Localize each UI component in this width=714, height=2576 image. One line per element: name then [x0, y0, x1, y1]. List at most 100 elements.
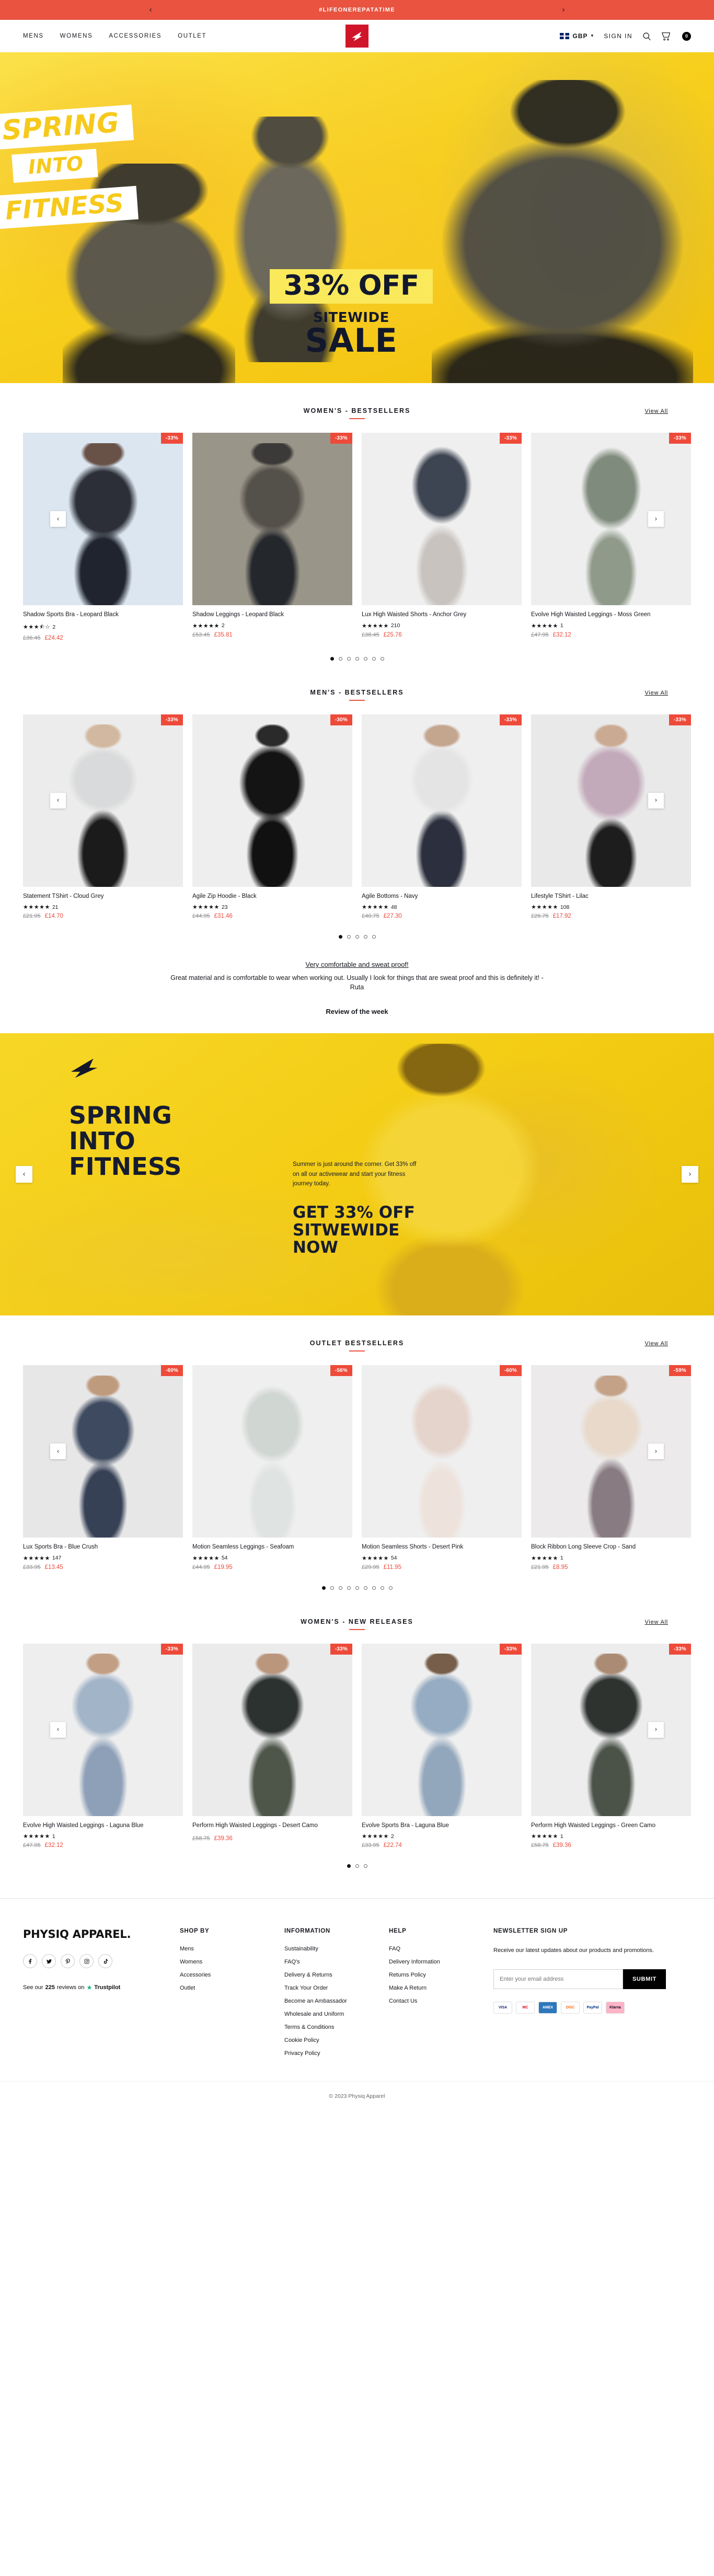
product-card[interactable]: -33% Evolve Sports Bra - Laguna Blue ★★★…	[362, 1643, 522, 1849]
footer-link-faq[interactable]: FAQ	[389, 1946, 493, 1952]
product-card[interactable]: -33% Shadow Sports Bra - Leopard Black ★…	[23, 433, 183, 641]
carousel-dot[interactable]	[372, 935, 376, 939]
hero-banner[interactable]: SPRING INTO FITNESS 33% OFF SITEWIDE SAL…	[0, 52, 714, 383]
carousel-prev-button[interactable]: ‹	[50, 511, 66, 527]
carousel-dot[interactable]	[330, 656, 334, 661]
product-image[interactable]: -59%	[531, 1365, 691, 1538]
product-card[interactable]: -33% Perform High Waisted Leggings - Des…	[192, 1643, 352, 1849]
footer-link-faqs[interactable]: FAQ's	[284, 1959, 389, 1965]
footer-link-womens[interactable]: Womens	[180, 1959, 284, 1965]
carousel-dot[interactable]	[338, 1586, 342, 1590]
carousel-prev-button[interactable]: ‹	[50, 1722, 66, 1738]
carousel-dot[interactable]	[372, 1586, 376, 1590]
carousel-dot[interactable]	[347, 935, 351, 939]
product-card[interactable]: -33% Perform High Waisted Leggings - Gre…	[531, 1643, 691, 1849]
promo-next-button[interactable]: ›	[682, 1166, 698, 1183]
cart-icon[interactable]	[661, 32, 671, 41]
carousel-dot[interactable]	[363, 1586, 367, 1590]
product-image[interactable]: -33%	[192, 433, 352, 605]
currency-selector[interactable]: GBP ▾	[560, 32, 594, 40]
view-all-womens-bestsellers[interactable]: View All	[645, 408, 668, 414]
product-image[interactable]: -33%	[23, 433, 183, 605]
instagram-icon[interactable]	[79, 1954, 94, 1969]
product-card[interactable]: -30% Agile Zip Hoodie - Black ★★★★★ 23 £…	[192, 714, 352, 919]
footer-link-returns-policy[interactable]: Returns Policy	[389, 1972, 493, 1978]
carousel-dot[interactable]	[372, 656, 376, 661]
view-all-outlet-bestsellers[interactable]: View All	[645, 1341, 668, 1347]
footer-link-delivery-returns[interactable]: Delivery & Returns	[284, 1972, 389, 1978]
footer-link-delivery-information[interactable]: Delivery Information	[389, 1959, 493, 1965]
product-image[interactable]: -33%	[531, 714, 691, 887]
carousel-dot[interactable]	[355, 935, 359, 939]
pinterest-icon[interactable]	[61, 1954, 75, 1969]
site-logo[interactable]	[346, 25, 368, 48]
carousel-next-button[interactable]: ›	[648, 1443, 664, 1460]
carousel-next-button[interactable]: ›	[648, 1722, 664, 1738]
product-card[interactable]: -33% Lux High Waisted Shorts - Anchor Gr…	[362, 433, 522, 641]
carousel-next-button[interactable]: ›	[648, 792, 664, 808]
footer-link-terms[interactable]: Terms & Conditions	[284, 2024, 389, 2030]
sign-in-link[interactable]: SIGN IN	[604, 32, 632, 40]
carousel-prev-button[interactable]: ‹	[50, 1443, 66, 1460]
nav-item-womens[interactable]: WOMENS	[60, 33, 93, 39]
carousel-dot[interactable]	[355, 1586, 359, 1590]
footer-link-accessories[interactable]: Accessories	[180, 1972, 284, 1978]
promo-prev-button[interactable]: ‹	[16, 1166, 32, 1183]
product-card[interactable]: -33% Agile Bottoms - Navy ★★★★★ 48 £40.7…	[362, 714, 522, 919]
email-field[interactable]	[493, 1969, 623, 1989]
carousel-dot[interactable]	[380, 1586, 384, 1590]
footer-link-ambassador[interactable]: Become an Ambassador	[284, 1998, 389, 2004]
product-image[interactable]: -33%	[23, 1643, 183, 1816]
product-image[interactable]: -60%	[23, 1365, 183, 1538]
newsletter-submit-button[interactable]: SUBMIT	[623, 1969, 666, 1989]
tiktok-icon[interactable]	[98, 1954, 112, 1969]
product-image[interactable]: -33%	[23, 714, 183, 887]
footer-link-mens[interactable]: Mens	[180, 1946, 284, 1952]
product-card[interactable]: -59% Block Ribbon Long Sleeve Crop - San…	[531, 1365, 691, 1570]
product-image[interactable]: -56%	[192, 1365, 352, 1538]
product-card[interactable]: -33% Lifestyle TShirt - Lilac ★★★★★ 108 …	[531, 714, 691, 919]
product-image[interactable]: -33%	[362, 433, 522, 605]
announcement-next-arrow[interactable]: ›	[562, 6, 565, 14]
announcement-prev-arrow[interactable]: ‹	[149, 6, 152, 14]
product-image[interactable]: -30%	[192, 714, 352, 887]
carousel-dot[interactable]	[363, 1864, 367, 1868]
carousel-dot[interactable]	[380, 656, 384, 661]
product-card[interactable]: -60% Lux Sports Bra - Blue Crush ★★★★★ 1…	[23, 1365, 183, 1570]
view-all-mens-bestsellers[interactable]: View All	[645, 690, 668, 696]
carousel-dot[interactable]	[347, 1586, 351, 1590]
carousel-dot[interactable]	[338, 656, 342, 661]
footer-link-sustainability[interactable]: Sustainability	[284, 1946, 389, 1952]
facebook-icon[interactable]	[23, 1954, 37, 1969]
footer-link-privacy-policy[interactable]: Privacy Policy	[284, 2050, 389, 2057]
product-image[interactable]: -33%	[362, 1643, 522, 1816]
carousel-dot[interactable]	[355, 656, 359, 661]
product-image[interactable]: -33%	[531, 1643, 691, 1816]
product-image[interactable]: -33%	[362, 714, 522, 887]
product-card[interactable]: -33% Statement TShirt - Cloud Grey ★★★★★…	[23, 714, 183, 919]
carousel-dot[interactable]	[321, 1586, 326, 1590]
product-image[interactable]: -60%	[362, 1365, 522, 1538]
carousel-dot[interactable]	[363, 656, 367, 661]
carousel-dot[interactable]	[355, 1864, 359, 1868]
footer-link-cookie-policy[interactable]: Cookie Policy	[284, 2037, 389, 2043]
footer-link-contact-us[interactable]: Contact Us	[389, 1998, 493, 2004]
carousel-dot[interactable]	[347, 656, 351, 661]
carousel-dot[interactable]	[347, 1864, 351, 1868]
nav-item-accessories[interactable]: ACCESSORIES	[109, 33, 162, 39]
product-card[interactable]: -33% Shadow Leggings - Leopard Black ★★★…	[192, 433, 352, 641]
trustpilot-rating[interactable]: See our 225 reviews on ★ Trustpilot	[23, 1984, 180, 1991]
product-card[interactable]: -33% Evolve High Waisted Leggings - Lagu…	[23, 1643, 183, 1849]
product-card[interactable]: -56% Motion Seamless Leggings - Seafoam …	[192, 1365, 352, 1570]
carousel-prev-button[interactable]: ‹	[50, 792, 66, 808]
search-icon[interactable]	[642, 32, 651, 41]
nav-item-outlet[interactable]: OUTLET	[178, 33, 206, 39]
view-all-womens-new-releases[interactable]: View All	[645, 1619, 668, 1625]
carousel-dot[interactable]	[330, 1586, 334, 1590]
footer-link-track-order[interactable]: Track Your Order	[284, 1985, 389, 1991]
footer-link-make-a-return[interactable]: Make A Return	[389, 1985, 493, 1991]
carousel-dot[interactable]	[363, 935, 367, 939]
product-image[interactable]: -33%	[192, 1643, 352, 1816]
product-card[interactable]: -60% Motion Seamless Shorts - Desert Pin…	[362, 1365, 522, 1570]
twitter-icon[interactable]	[42, 1954, 56, 1969]
